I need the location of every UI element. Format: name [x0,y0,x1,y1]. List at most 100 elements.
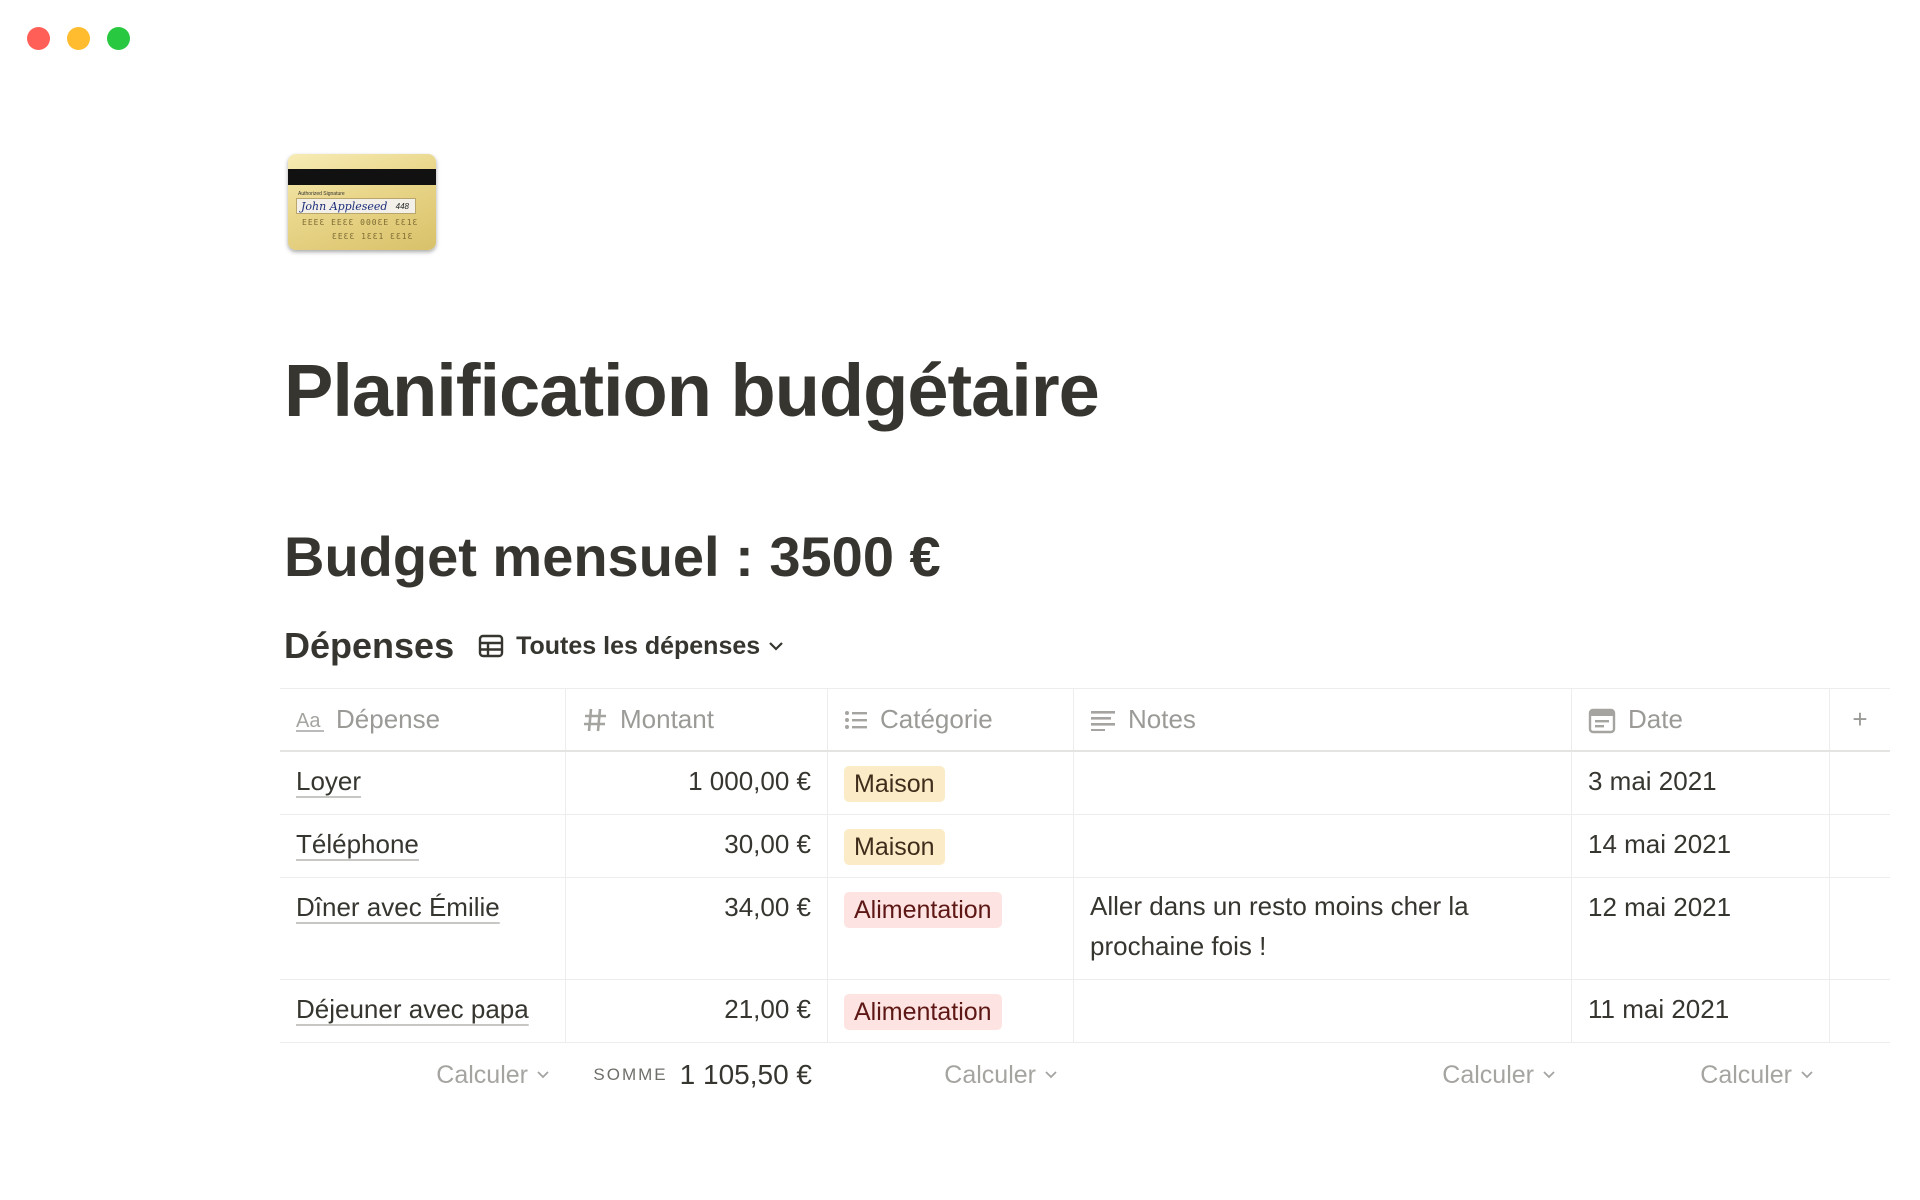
column-label: Date [1628,704,1683,734]
notes-text: Aller dans un resto moins cher la procha… [1090,891,1469,961]
table-row[interactable]: Déjeuner avec papa 21,00 € Alimentation … [280,980,1890,1043]
notes-icon [1090,709,1116,731]
calculate-date-button[interactable]: Calculer [1572,1061,1830,1090]
column-label: Catégorie [880,704,993,734]
categorie-cell: Alimentation [828,878,1074,979]
column-header-notes[interactable]: Notes [1074,689,1572,750]
montant-cell: 1 000,00 € [566,752,828,814]
date-cell[interactable]: 3 mai 2021 [1572,752,1830,814]
category-tag[interactable]: Alimentation [844,994,1002,1030]
depense-cell: Déjeuner avec papa [280,980,566,1042]
notes-cell[interactable] [1074,752,1572,814]
svg-text:Aa: Aa [296,710,321,732]
empty-cell [1830,752,1890,814]
card-signature: John Appleseed [301,200,388,213]
number-icon [582,707,608,733]
calculate-label: Calculer [1442,1060,1534,1089]
column-label: Montant [620,704,714,734]
card-magnetic-stripe [288,169,436,185]
card-authorized-label: Authorized Signature [298,191,345,197]
date-cell[interactable]: 11 mai 2021 [1572,980,1830,1042]
calculate-categorie-button[interactable]: Calculer [828,1061,1074,1090]
amount-value: 21,00 € [724,994,811,1024]
table-icon [478,634,504,658]
card-number-line-2: ƐEƐƐ 1ƐƐ1 ƐƐ1Ɛ [332,232,414,241]
date-value: 11 mai 2021 [1588,994,1730,1024]
chevron-down-icon [1543,1071,1555,1079]
card-signature-box: John Appleseed 448 [296,198,416,214]
chevron-down-icon [769,642,783,651]
column-header-categorie[interactable]: Catégorie [828,689,1074,750]
sum-montant-button[interactable]: SOMME 1 105,50 € [566,1059,828,1091]
list-icon [844,709,868,731]
table-row[interactable]: Téléphone 30,00 € Maison 14 mai 2021 [280,815,1890,878]
expense-name-link[interactable]: Loyer [296,766,361,797]
categorie-cell: Maison [828,752,1074,814]
table-footer: Calculer SOMME 1 105,50 € Calculer Calcu… [280,1043,1890,1107]
depense-cell: Dîner avec Émilie [280,878,566,979]
budget-heading[interactable]: Budget mensuel : 3500 € [284,524,941,589]
depense-cell: Loyer [280,752,566,814]
amount-value: 30,00 € [724,829,811,859]
column-label: Dépense [336,704,441,734]
empty-cell [1830,815,1890,877]
montant-cell: 21,00 € [566,980,828,1042]
expense-name-link[interactable]: Téléphone [296,829,419,860]
window-controls [27,27,130,50]
zoom-window-button[interactable] [107,27,130,50]
notes-cell[interactable]: Aller dans un resto moins cher la procha… [1074,878,1572,979]
date-cell[interactable]: 14 mai 2021 [1572,815,1830,877]
view-label: Toutes les dépenses [516,631,761,660]
chevron-down-icon [1801,1071,1813,1079]
minimize-window-button[interactable] [67,27,90,50]
calculate-label: Calculer [436,1060,528,1089]
calculate-label: Calculer [1700,1060,1792,1089]
text-icon: Aa [296,708,324,732]
date-cell[interactable]: 12 mai 2021 [1572,878,1830,979]
expenses-table: Aa Dépense Montant Catégorie Notes Date … [280,688,1890,1107]
empty-cell [1830,980,1890,1042]
category-tag[interactable]: Maison [844,766,945,802]
column-header-montant[interactable]: Montant [566,689,828,750]
calculate-notes-button[interactable]: Calculer [1074,1061,1572,1090]
sum-value: 1 105,50 € [679,1059,812,1090]
notes-cell[interactable] [1074,980,1572,1042]
montant-cell: 34,00 € [566,878,828,979]
category-tag[interactable]: Maison [844,829,945,865]
table-header-row: Aa Dépense Montant Catégorie Notes Date … [280,688,1890,752]
categorie-cell: Maison [828,815,1074,877]
table-row[interactable]: Loyer 1 000,00 € Maison 3 mai 2021 [280,752,1890,815]
notes-cell[interactable] [1074,815,1572,877]
card-number-line-1: EEEƐ EEƐƐ 000ƐE ƐƐ1Ɛ [302,218,419,227]
table-row[interactable]: Dîner avec Émilie 34,00 € Alimentation A… [280,878,1890,980]
empty-cell [1830,878,1890,979]
date-value: 3 mai 2021 [1588,766,1717,796]
column-label: Notes [1128,704,1196,734]
calculate-label: Calculer [944,1060,1036,1089]
expense-name-link[interactable]: Dîner avec Émilie [296,892,500,923]
page-title[interactable]: Planification budgétaire [284,348,1100,433]
close-window-button[interactable] [27,27,50,50]
date-value: 14 mai 2021 [1588,829,1732,859]
column-header-depense[interactable]: Aa Dépense [280,689,566,750]
credit-card-icon[interactable]: Authorized Signature John Appleseed 448 … [288,154,436,250]
calculate-depense-button[interactable]: Calculer [280,1061,566,1090]
plus-icon: + [1852,704,1868,734]
montant-cell: 30,00 € [566,815,828,877]
database-title[interactable]: Dépenses [284,625,454,667]
chevron-down-icon [1045,1071,1057,1079]
depense-cell: Téléphone [280,815,566,877]
database-header: Dépenses Toutes les dépenses [284,625,796,667]
expense-name-link[interactable]: Déjeuner avec papa [296,994,529,1025]
chevron-down-icon [537,1071,549,1079]
date-value: 12 mai 2021 [1588,892,1732,922]
add-column-button[interactable]: + [1830,689,1890,750]
sum-label: SOMME [593,1065,668,1084]
categorie-cell: Alimentation [828,980,1074,1042]
view-selector[interactable]: Toutes les dépenses [478,632,796,661]
card-cvv: 448 [395,202,409,211]
column-header-date[interactable]: Date [1572,689,1830,750]
amount-value: 1 000,00 € [688,766,811,796]
calendar-icon [1588,706,1616,734]
category-tag[interactable]: Alimentation [844,892,1002,928]
